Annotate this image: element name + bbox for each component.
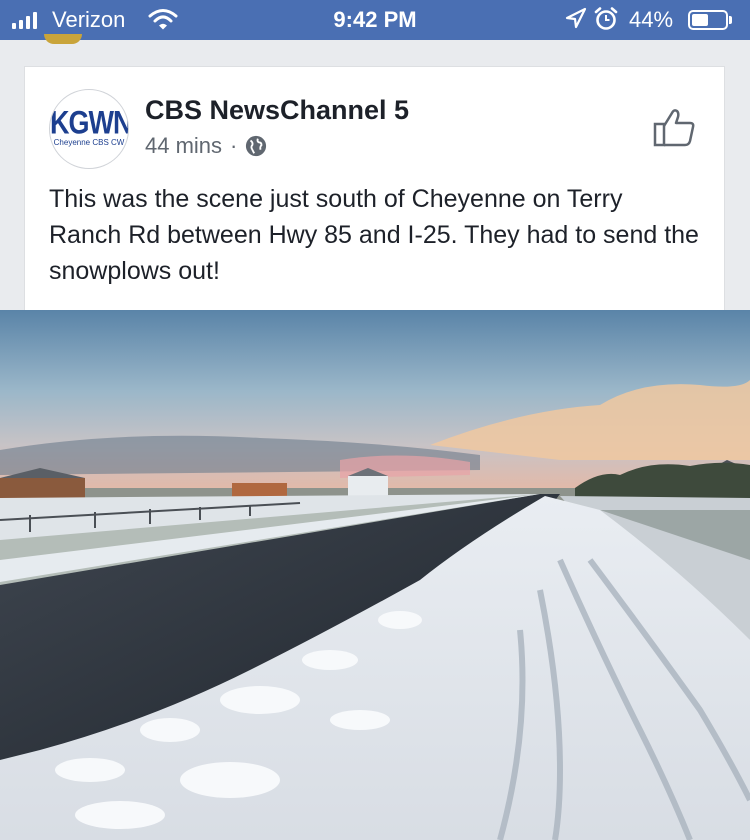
- location-icon: [565, 7, 587, 29]
- post-time[interactable]: 44 mins: [145, 133, 222, 159]
- avatar-logo-subtext: Cheyenne CBS CW: [53, 138, 125, 147]
- status-bar: Verizon 9:42 PM 44%: [0, 0, 750, 40]
- scrolled-logo-edge: [44, 34, 82, 44]
- post-card: KGWN Cheyenne CBS CW CBS NewsChannel 5 4…: [24, 66, 725, 310]
- battery-icon: [688, 10, 728, 30]
- alarm-icon: [594, 7, 618, 30]
- post-author[interactable]: CBS NewsChannel 5: [145, 95, 409, 126]
- post-meta: 44 mins ·: [145, 133, 267, 159]
- meta-separator: ·: [230, 133, 238, 158]
- post-text: This was the scene just south of Cheyenn…: [49, 185, 699, 285]
- like-icon[interactable]: [653, 107, 697, 147]
- battery-percent: 44%: [629, 7, 674, 32]
- avatar[interactable]: KGWN Cheyenne CBS CW: [49, 89, 129, 169]
- globe-icon: [246, 135, 267, 157]
- post-photo[interactable]: [0, 310, 750, 840]
- avatar-logo-text: KGWN: [50, 104, 129, 141]
- battery-tip: [729, 16, 732, 24]
